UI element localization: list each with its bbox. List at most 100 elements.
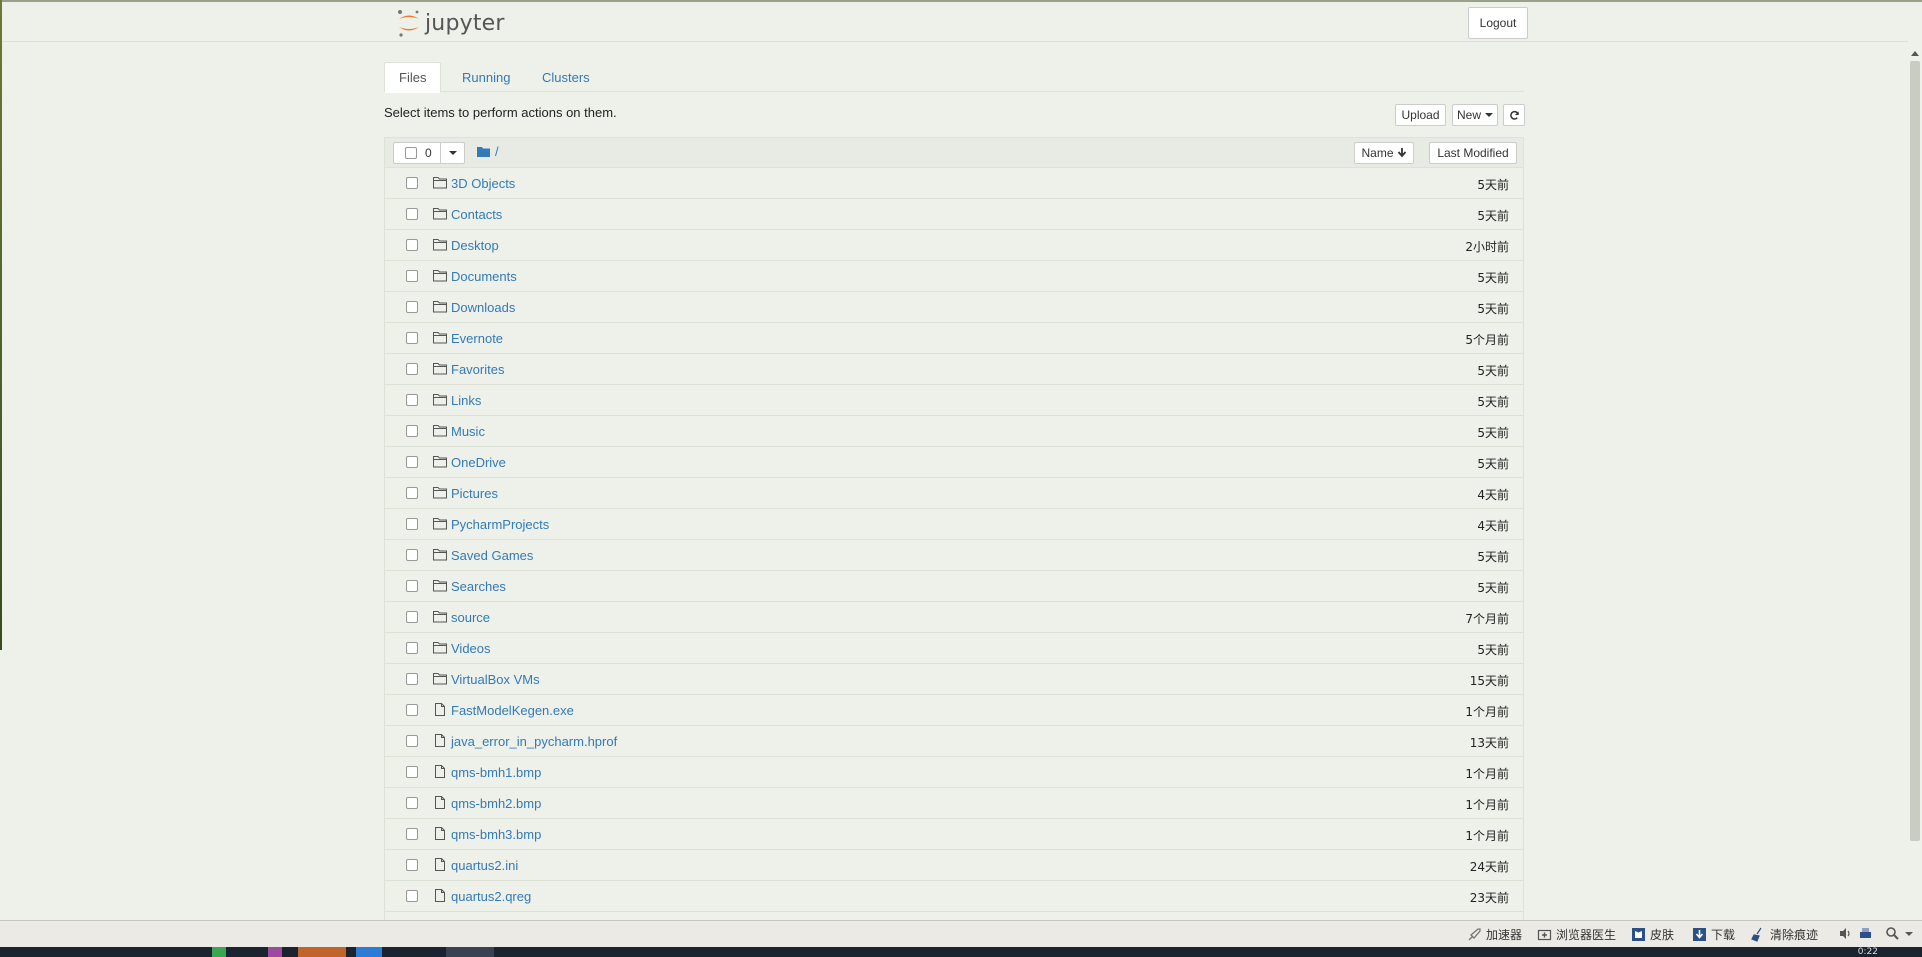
item-checkbox[interactable]	[406, 394, 418, 406]
item-name-link[interactable]: PycharmProjects	[451, 517, 549, 532]
list-item[interactable]: Contacts 5天前	[385, 199, 1523, 230]
item-name-link[interactable]: Links	[451, 393, 481, 408]
list-item[interactable]: FastModelKegen.exe 1个月前	[385, 695, 1523, 726]
item-checkbox[interactable]	[406, 332, 418, 344]
skin-button[interactable]: 皮肤	[1631, 926, 1674, 943]
taskbar-app-icon[interactable]	[212, 947, 226, 957]
item-checkbox[interactable]	[406, 270, 418, 282]
item-checkbox[interactable]	[406, 642, 418, 654]
item-name-link[interactable]: qms-bmh2.bmp	[451, 796, 541, 811]
item-name-link[interactable]: Documents	[451, 269, 517, 284]
volume-button[interactable]	[1838, 926, 1857, 941]
taskbar-app-icon[interactable]	[446, 947, 494, 957]
item-name-link[interactable]: Favorites	[451, 362, 504, 377]
tab-clusters[interactable]: Clusters	[528, 62, 604, 93]
item-name-link[interactable]: quartus2.ini	[451, 858, 518, 873]
sort-by-modified-button[interactable]: Last Modified	[1429, 142, 1517, 164]
item-checkbox[interactable]	[406, 580, 418, 592]
item-name-link[interactable]: Desktop	[451, 238, 499, 253]
item-checkbox[interactable]	[406, 797, 418, 809]
item-name-link[interactable]: Contacts	[451, 207, 502, 222]
item-name-link[interactable]: qms-bmh1.bmp	[451, 765, 541, 780]
refresh-button[interactable]	[1503, 104, 1525, 126]
item-checkbox[interactable]	[406, 549, 418, 561]
item-name-link[interactable]: Music	[451, 424, 485, 439]
list-item[interactable]: java_error_in_pycharm.hprof 13天前	[385, 726, 1523, 757]
list-item[interactable]: source 7个月前	[385, 602, 1523, 633]
item-name-link[interactable]: 3D Objects	[451, 176, 515, 191]
upload-button[interactable]: Upload	[1395, 104, 1446, 126]
logout-button[interactable]: Logout	[1468, 7, 1528, 39]
item-checkbox[interactable]	[406, 456, 418, 468]
item-checkbox[interactable]	[406, 239, 418, 251]
item-name-link[interactable]: Videos	[451, 641, 491, 656]
list-item[interactable]: Favorites 5天前	[385, 354, 1523, 385]
list-item[interactable]: qms-bmh1.bmp 1个月前	[385, 757, 1523, 788]
list-item[interactable]: quartus2.ini 24天前	[385, 850, 1523, 881]
list-item[interactable]: Videos 5天前	[385, 633, 1523, 664]
sort-by-name-button[interactable]: Name	[1354, 142, 1414, 164]
item-checkbox[interactable]	[406, 859, 418, 871]
list-item[interactable]: Downloads 5天前	[385, 292, 1523, 323]
item-checkbox[interactable]	[406, 735, 418, 747]
list-item[interactable]: 3D Objects 5天前	[385, 168, 1523, 199]
item-name-link[interactable]: source	[451, 610, 490, 625]
download-button[interactable]: 下载	[1692, 926, 1735, 943]
item-checkbox[interactable]	[406, 487, 418, 499]
tab-running[interactable]: Running	[448, 62, 524, 93]
new-dropdown-button[interactable]: New	[1452, 104, 1498, 126]
taskbar-app-icon[interactable]	[356, 947, 382, 957]
scroll-up-arrow-icon[interactable]	[1911, 51, 1919, 56]
item-name-link[interactable]: OneDrive	[451, 455, 506, 470]
list-item[interactable]: qms-bmh3.bmp 1个月前	[385, 819, 1523, 850]
item-name-link[interactable]: Searches	[451, 579, 506, 594]
item-checkbox[interactable]	[406, 673, 418, 685]
list-item[interactable]: Saved Games 5天前	[385, 540, 1523, 571]
taskbar-app-icon[interactable]	[268, 947, 282, 957]
item-checkbox[interactable]	[406, 208, 418, 220]
item-name-link[interactable]: java_error_in_pycharm.hprof	[451, 734, 617, 749]
item-name-link[interactable]: Downloads	[451, 300, 515, 315]
taskbar-app-active[interactable]	[298, 947, 346, 957]
list-item[interactable]: Evernote 5个月前	[385, 323, 1523, 354]
list-item[interactable]: VirtualBox VMs 15天前	[385, 664, 1523, 695]
accelerator-button[interactable]: 加速器	[1467, 926, 1522, 943]
list-item[interactable]: Documents 5天前	[385, 261, 1523, 292]
breadcrumb-root[interactable]: /	[495, 144, 499, 159]
item-name-link[interactable]: Pictures	[451, 486, 498, 501]
item-checkbox[interactable]	[406, 766, 418, 778]
scroll-thumb[interactable]	[1910, 61, 1920, 841]
item-name-link[interactable]: Saved Games	[451, 548, 533, 563]
item-checkbox[interactable]	[406, 301, 418, 313]
list-item[interactable]: Music 5天前	[385, 416, 1523, 447]
item-name-link[interactable]: qms-bmh3.bmp	[451, 827, 541, 842]
zoom-button[interactable]	[1885, 926, 1913, 941]
item-checkbox[interactable]	[406, 425, 418, 437]
print-button[interactable]	[1858, 926, 1877, 941]
list-item[interactable]: qms-bmh2.bmp 1个月前	[385, 788, 1523, 819]
item-checkbox[interactable]	[406, 611, 418, 623]
tab-files[interactable]: Files	[384, 62, 442, 93]
select-menu-toggle[interactable]	[440, 143, 464, 163]
list-item[interactable]: PycharmProjects 4天前	[385, 509, 1523, 540]
select-all-control[interactable]: 0	[393, 142, 465, 164]
item-checkbox[interactable]	[406, 518, 418, 530]
page-scrollbar[interactable]	[1908, 43, 1922, 920]
item-name-link[interactable]: Evernote	[451, 331, 503, 346]
list-item[interactable]: OneDrive 5天前	[385, 447, 1523, 478]
breadcrumb[interactable]: /	[477, 144, 499, 159]
item-checkbox[interactable]	[406, 890, 418, 902]
item-name-link[interactable]: FastModelKegen.exe	[451, 703, 574, 718]
select-all-checkbox[interactable]	[405, 147, 417, 159]
list-item[interactable]: Links 5天前	[385, 385, 1523, 416]
clear-traces-button[interactable]: 清除痕迹	[1751, 926, 1818, 943]
jupyter-logo[interactable]: jupyter	[396, 8, 505, 38]
item-checkbox[interactable]	[406, 363, 418, 375]
item-name-link[interactable]: VirtualBox VMs	[451, 672, 540, 687]
item-checkbox[interactable]	[406, 828, 418, 840]
item-checkbox[interactable]	[406, 704, 418, 716]
list-item[interactable]: Pictures 4天前	[385, 478, 1523, 509]
list-item[interactable]: Searches 5天前	[385, 571, 1523, 602]
list-item[interactable]: Desktop 2小时前	[385, 230, 1523, 261]
item-checkbox[interactable]	[406, 177, 418, 189]
